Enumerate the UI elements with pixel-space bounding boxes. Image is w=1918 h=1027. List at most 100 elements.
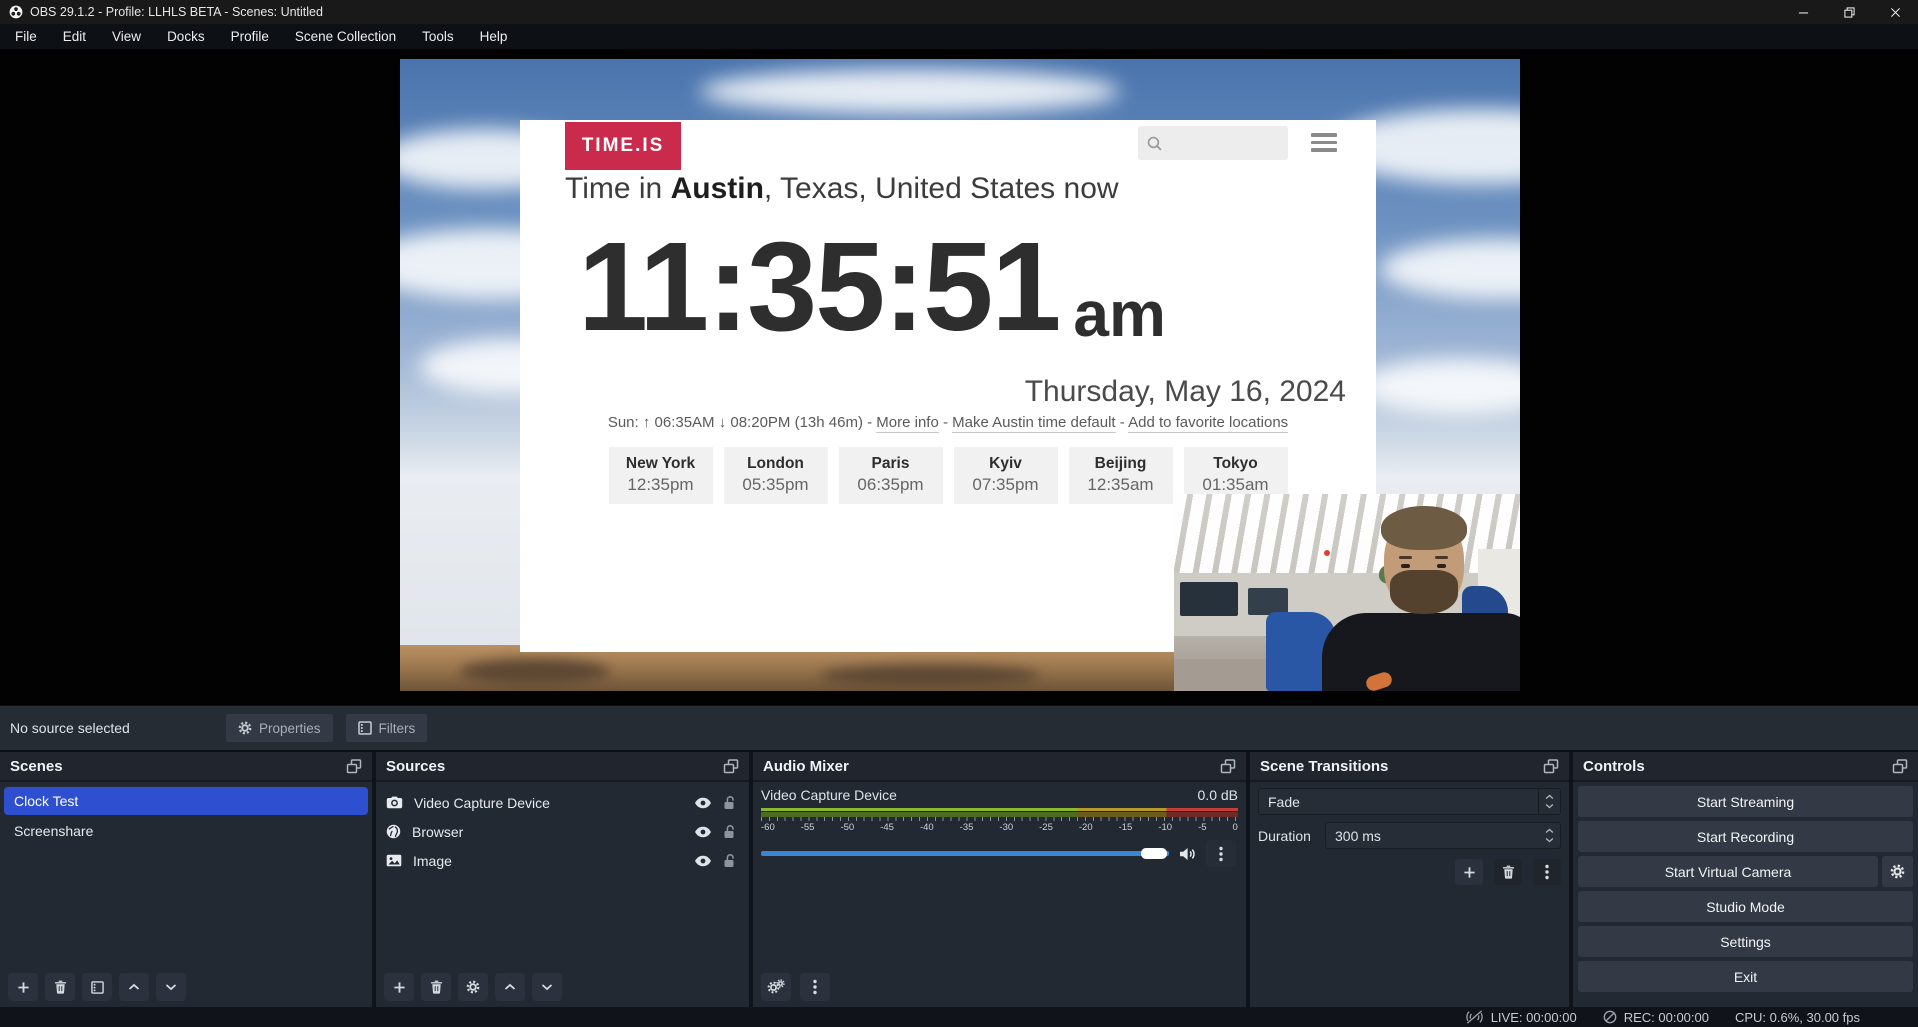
add-transition-button[interactable] xyxy=(1455,859,1483,885)
spin-arrows-icon[interactable] xyxy=(1538,823,1560,848)
city-tile: London05:35pm xyxy=(724,447,828,504)
gear-icon xyxy=(1890,864,1905,879)
preview-canvas[interactable]: TIME.IS Time in Austin, Texas, United St… xyxy=(0,49,1918,705)
start-recording-button[interactable]: Start Recording xyxy=(1578,821,1913,852)
mixer-menu-button[interactable] xyxy=(800,973,830,1001)
mixer-track-name: Video Capture Device xyxy=(761,787,897,803)
popout-icon[interactable] xyxy=(1543,758,1559,774)
remove-transition-button[interactable] xyxy=(1494,859,1522,885)
source-toolbar: No source selected Properties Filters xyxy=(0,705,1918,752)
hamburger-menu-icon xyxy=(1311,133,1337,152)
studio-mode-button[interactable]: Studio Mode xyxy=(1578,891,1913,922)
move-source-down-button[interactable] xyxy=(532,973,562,1001)
visibility-eye-icon[interactable] xyxy=(694,855,712,867)
popout-icon[interactable] xyxy=(1220,758,1236,774)
no-source-label: No source selected xyxy=(10,720,213,736)
volume-meter: -60-55-50-45-40-35-30-25-20-15-10-50 xyxy=(761,808,1238,833)
menu-edit[interactable]: Edit xyxy=(50,24,99,49)
chevron-down-icon xyxy=(165,983,177,991)
scene-item-clock-test[interactable]: Clock Test xyxy=(4,787,368,815)
speaker-icon[interactable] xyxy=(1179,847,1196,861)
minimize-icon[interactable] xyxy=(1780,0,1826,24)
cloud-shape xyxy=(1360,359,1520,414)
dock-area: Scenes Clock Test Screenshare Sources xyxy=(0,752,1918,1007)
visibility-eye-icon[interactable] xyxy=(694,826,712,838)
source-properties-button[interactable] xyxy=(458,973,488,1001)
lock-open-icon[interactable] xyxy=(723,795,735,810)
remove-scene-button[interactable] xyxy=(45,973,75,1001)
add-source-button[interactable] xyxy=(384,973,414,1001)
webcam-overlay xyxy=(1174,494,1520,691)
move-source-up-button[interactable] xyxy=(495,973,525,1001)
city-tile: Beijing12:35am xyxy=(1069,447,1173,504)
scene-filters-button[interactable] xyxy=(82,973,112,1001)
menu-docks[interactable]: Docks xyxy=(154,24,218,49)
filters-button[interactable]: Filters xyxy=(346,714,428,742)
remove-source-button[interactable] xyxy=(421,973,451,1001)
menu-file[interactable]: File xyxy=(2,24,50,49)
camera-icon xyxy=(386,796,403,809)
transition-menu-button[interactable] xyxy=(1533,859,1561,885)
plus-icon xyxy=(393,981,406,994)
timeis-logo: TIME.IS xyxy=(565,122,681,170)
properties-button[interactable]: Properties xyxy=(226,714,333,742)
start-streaming-button[interactable]: Start Streaming xyxy=(1578,786,1913,817)
chevron-down-icon xyxy=(541,983,553,991)
restore-icon[interactable] xyxy=(1826,0,1872,24)
popout-icon[interactable] xyxy=(723,758,739,774)
transitions-title: Scene Transitions xyxy=(1260,758,1388,775)
lock-open-icon[interactable] xyxy=(723,853,735,868)
popout-icon[interactable] xyxy=(346,758,362,774)
exit-button[interactable]: Exit xyxy=(1578,961,1913,992)
close-icon[interactable] xyxy=(1872,0,1918,24)
source-row-image[interactable]: Image xyxy=(376,846,749,875)
clock-ampm: am xyxy=(1073,282,1166,346)
add-scene-button[interactable] xyxy=(8,973,38,1001)
scenes-title: Scenes xyxy=(10,758,63,775)
rec-time: REC: 00:00:00 xyxy=(1624,1010,1709,1025)
visibility-eye-icon[interactable] xyxy=(694,797,712,809)
panel-audio-mixer: Audio Mixer Video Capture Device 0.0 dB … xyxy=(753,752,1246,1007)
mixer-track-menu-button[interactable] xyxy=(1206,840,1236,867)
dots-vertical-icon xyxy=(1545,864,1549,880)
plus-icon xyxy=(1463,866,1476,879)
move-scene-down-button[interactable] xyxy=(156,973,186,1001)
add-favorite-link: Add to favorite locations xyxy=(1128,414,1288,433)
image-icon xyxy=(386,854,402,867)
record-inactive-icon xyxy=(1603,1010,1617,1024)
source-row-browser[interactable]: Browser xyxy=(376,817,749,846)
settings-button[interactable]: Settings xyxy=(1578,926,1913,957)
timeis-heading: Time in Austin, Texas, United States now xyxy=(565,172,1119,206)
filters-icon xyxy=(91,981,104,994)
status-bar: LIVE: 00:00:00 REC: 00:00:00 CPU: 0.6%, … xyxy=(0,1007,1918,1027)
menu-help[interactable]: Help xyxy=(467,24,521,49)
lock-open-icon[interactable] xyxy=(723,824,735,839)
menu-scene-collection[interactable]: Scene Collection xyxy=(282,24,409,49)
move-scene-up-button[interactable] xyxy=(119,973,149,1001)
mixer-toolbar xyxy=(753,967,1246,1007)
volume-slider[interactable] xyxy=(761,851,1169,856)
duration-spinbox[interactable]: 300 ms xyxy=(1325,822,1561,849)
double-gear-icon xyxy=(767,979,785,995)
timeis-logo-text: TIME.IS xyxy=(582,135,665,157)
menu-view[interactable]: View xyxy=(99,24,154,49)
advanced-audio-button[interactable] xyxy=(761,973,791,1001)
menu-profile[interactable]: Profile xyxy=(218,24,282,49)
chevron-up-icon xyxy=(128,983,140,991)
dots-vertical-icon xyxy=(1219,846,1223,862)
sources-toolbar xyxy=(376,967,749,1007)
source-row-video-capture[interactable]: Video Capture Device xyxy=(376,788,749,817)
virtual-camera-config-button[interactable] xyxy=(1882,856,1913,887)
scene-item-screenshare[interactable]: Screenshare xyxy=(4,817,368,845)
start-virtual-camera-button[interactable]: Start Virtual Camera xyxy=(1578,856,1878,887)
menu-tools[interactable]: Tools xyxy=(409,24,467,49)
trash-icon xyxy=(430,980,443,994)
cloud-shape xyxy=(700,69,1120,114)
filters-icon xyxy=(358,721,372,735)
menubar: File Edit View Docks Profile Scene Colle… xyxy=(0,24,1918,49)
gear-icon xyxy=(238,721,252,735)
popout-icon[interactable] xyxy=(1892,758,1908,774)
transition-select[interactable]: Fade xyxy=(1258,788,1561,815)
scenes-toolbar xyxy=(0,967,372,1007)
volume-slider-handle[interactable] xyxy=(1141,848,1167,859)
